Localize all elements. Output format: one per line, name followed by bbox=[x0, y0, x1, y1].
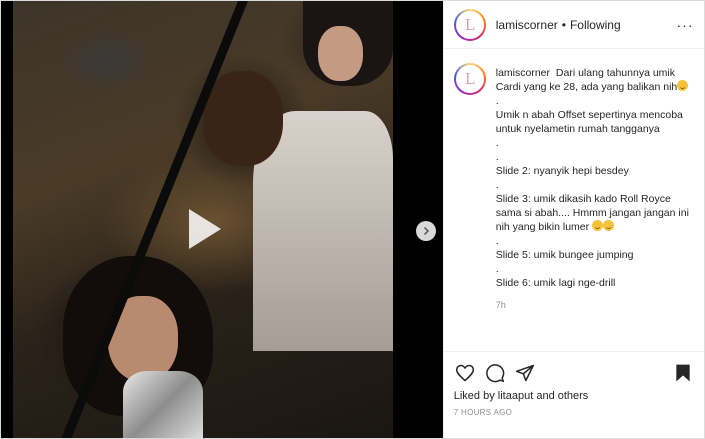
caption-line: . bbox=[495, 179, 499, 191]
caption-line: . bbox=[495, 235, 499, 247]
caption-avatar-letter: L bbox=[455, 65, 484, 93]
caption-line: . bbox=[495, 151, 499, 163]
share-icon[interactable] bbox=[514, 362, 536, 384]
caption-line: . bbox=[495, 95, 499, 107]
caption-username-link[interactable]: lamiscorner bbox=[496, 67, 550, 79]
post-side-panel: L lamiscorner • Following ··· L lamiscor… bbox=[442, 1, 704, 438]
play-icon[interactable] bbox=[179, 205, 227, 253]
caption-line: . bbox=[495, 137, 499, 149]
liked-by-prefix: Liked by bbox=[453, 390, 495, 402]
heart-icon[interactable] bbox=[454, 362, 476, 384]
caption-line: Slide 2: nyanyik hepi besdey bbox=[495, 165, 629, 177]
more-options-icon[interactable]: ··· bbox=[676, 16, 694, 34]
likes-summary: Liked by litaaput and others bbox=[454, 390, 694, 402]
caption: lamiscorner Dari ulang tahunnya umik Car… bbox=[496, 63, 694, 351]
instagram-post: L lamiscorner • Following ··· L lamiscor… bbox=[0, 0, 705, 439]
caption-time[interactable]: 7h bbox=[496, 298, 694, 312]
action-row bbox=[454, 360, 694, 386]
caption-line: Slide 5: umik bungee jumping bbox=[495, 249, 634, 261]
comment-icon[interactable] bbox=[484, 362, 506, 384]
caption-line: Slide 3: umik dikasih kado Roll Royce sa… bbox=[496, 192, 694, 234]
liked-by-suffix[interactable]: and others bbox=[536, 390, 588, 402]
grin-emoji-icon bbox=[603, 220, 615, 231]
username-link[interactable]: lamiscorner bbox=[496, 18, 558, 32]
caption-line: . bbox=[495, 263, 499, 275]
chevron-right-icon[interactable] bbox=[416, 221, 436, 241]
bookmark-icon[interactable] bbox=[672, 362, 694, 384]
avatar-letter: L bbox=[455, 10, 484, 39]
caption-line: Slide 6: umik lagi nge-drill bbox=[495, 277, 616, 289]
post-media[interactable] bbox=[1, 1, 443, 438]
caption-line: lamiscorner Dari ulang tahunnya umik Car… bbox=[496, 66, 694, 94]
caption-avatar[interactable]: L bbox=[453, 63, 486, 95]
post-timestamp[interactable]: 7 HOURS AGO bbox=[454, 408, 694, 417]
grin-emoji-icon bbox=[592, 220, 604, 231]
grin-emoji-icon bbox=[677, 80, 689, 91]
post-header: L lamiscorner • Following ··· bbox=[443, 1, 704, 49]
header-text: lamiscorner • Following bbox=[496, 18, 676, 32]
avatar[interactable]: L bbox=[453, 8, 486, 41]
caption-line: Umik n abah Offset sepertinya mencoba un… bbox=[495, 109, 686, 135]
following-button[interactable]: Following bbox=[570, 18, 621, 32]
liked-by-user-link[interactable]: litaaput bbox=[498, 390, 533, 402]
actions-area: Liked by litaaput and others 7 HOURS AGO bbox=[443, 351, 704, 438]
separator-dot: • bbox=[561, 17, 566, 32]
comments-area: L lamiscorner Dari ulang tahunnya umik C… bbox=[444, 49, 704, 351]
